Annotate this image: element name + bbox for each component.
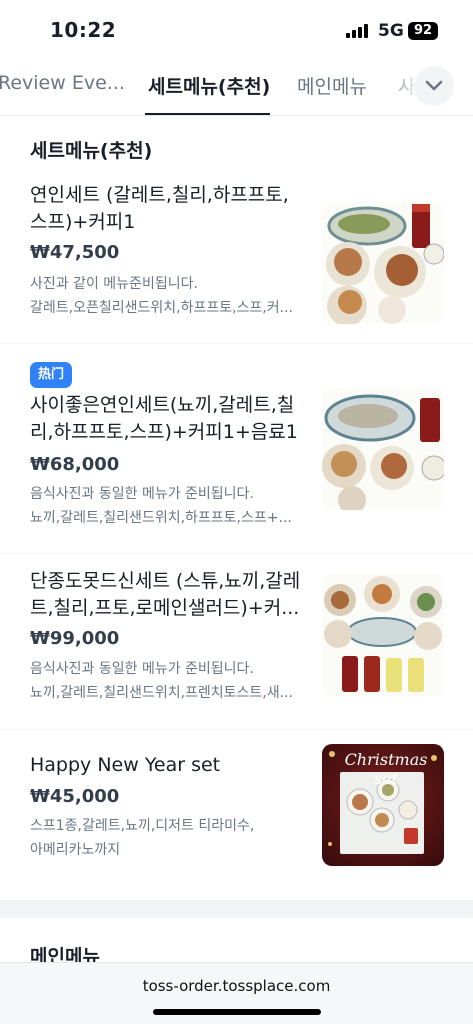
item-price: ₩68,000: [30, 454, 120, 475]
battery-icon: 92: [408, 22, 438, 40]
item-price: ₩45,000: [30, 786, 120, 807]
item-name: 사이좋은연인세트(뇨끼,갈레트,칠리,하프프토,스프)+커피1+음료1: [30, 394, 298, 443]
category-tab-bar: Review Eve... 세트메뉴(추천) 메인메뉴 사: [0, 60, 473, 116]
item-name: Happy New Year set: [30, 754, 221, 776]
item-photo: [322, 574, 444, 696]
item-photo: [322, 202, 444, 324]
chevron-down-icon: [425, 80, 443, 91]
signal-icon: [346, 24, 370, 38]
item-name: 연인세트 (갈레트,칠리,하프프토,스프)+커피1: [30, 184, 289, 233]
item-photo: Christmas set: [322, 744, 444, 866]
expand-tabs-button[interactable]: [414, 66, 454, 106]
image-caption: Christmas set: [344, 750, 428, 788]
tab-review-event[interactable]: Review Eve...: [0, 72, 125, 94]
item-description: 음식사진과 동일한 메뉴가 준비됩니다. 뇨끼,갈레트,칠리샌드위치,프렌치토스…: [30, 661, 293, 701]
menu-item-couple-set[interactable]: 연인세트 (갈레트,칠리,하프프토,스프)+커피1 ₩47,500 사진과 같이…: [0, 170, 473, 344]
network-label: 5G: [378, 21, 404, 41]
menu-item-royal-set[interactable]: 단종도못드신세트 (스튜,뇨끼,갈레트,칠리,프토,로메인샐러드)+커... ₩…: [0, 554, 473, 730]
tab-set-menu[interactable]: 세트메뉴(추천): [148, 72, 270, 99]
item-name: 단종도못드신세트 (스튜,뇨끼,갈레트,칠리,프토,로메인샐러드)+커...: [30, 570, 301, 619]
active-tab-indicator: [145, 113, 270, 115]
browser-url-bar[interactable]: toss-order.tossplace.com: [0, 962, 473, 1024]
tab-main-menu[interactable]: 메인메뉴: [297, 72, 367, 99]
item-photo: [322, 388, 444, 510]
section-title: 세트메뉴(추천): [30, 140, 153, 162]
status-time: 10:22: [50, 18, 117, 42]
item-description: 음식사진과 동일한 메뉴가 준비됩니다. 뇨끼,갈레트,칠리샌드위치,하프프토,…: [30, 486, 292, 526]
menu-item-lovely-couple-set[interactable]: 热门 사이좋은연인세트(뇨끼,갈레트,칠리,하프프토,스프)+커피1+음료1 ₩…: [0, 344, 473, 554]
item-price: ₩47,500: [30, 242, 120, 263]
item-description: 사진과 같이 메뉴준비됩니다. 갈레트,오픈칠리샌드위치,하프프토,스프,커..…: [30, 276, 293, 316]
home-indicator[interactable]: [153, 1009, 321, 1015]
menu-item-happy-new-year-set[interactable]: Happy New Year set ₩45,000 스프1종,갈레트,뇨끼,디…: [0, 730, 473, 900]
hot-badge: 热门: [30, 362, 73, 388]
status-bar: 10:22 5G 92: [0, 0, 473, 60]
url-text: toss-order.tossplace.com: [142, 977, 331, 995]
item-description: 스프1종,갈레트,뇨끼,디저트 티라미수, 아메리카노까지: [30, 818, 255, 858]
item-price: ₩99,000: [30, 628, 120, 649]
section-divider: [0, 900, 473, 918]
